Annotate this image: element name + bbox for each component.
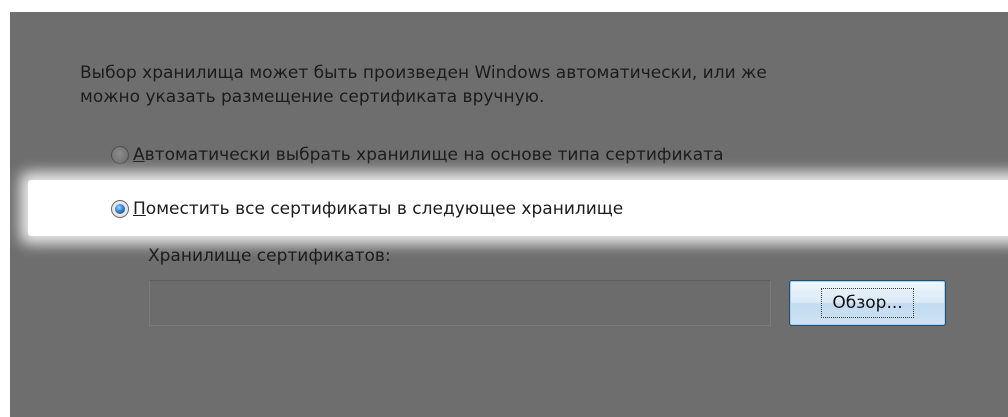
radio-auto-label: Автоматически выбрать хранилище на основ… [133, 145, 724, 165]
radio-place-in-store[interactable]: Поместить все сертификаты в следующее хр… [111, 197, 623, 221]
radio-unchecked-icon[interactable] [111, 146, 129, 164]
certificate-store-field[interactable] [149, 280, 771, 326]
certificate-store-label: Хранилище сертификатов: [148, 246, 391, 266]
radio-auto-accel: А [133, 145, 145, 165]
browse-button[interactable]: Обзор... [789, 280, 946, 326]
browse-button-label: Обзор... [821, 288, 914, 318]
radio-manual-accel: П [133, 199, 146, 219]
radio-checked-icon[interactable] [111, 200, 129, 218]
store-selection-description: Выбор хранилища может быть произведен Wi… [80, 61, 960, 109]
description-line-2: можно указать размещение сертификата вру… [80, 87, 545, 107]
radio-manual-text: оместить все сертификаты в следующее хра… [145, 199, 624, 219]
radio-auto-text: втоматически выбрать хранилище на основе… [144, 145, 724, 165]
radio-auto-select-store[interactable]: Автоматически выбрать хранилище на основ… [111, 143, 724, 167]
radio-checked-dot [115, 204, 125, 214]
description-line-1: Выбор хранилища может быть произведен Wi… [80, 63, 767, 83]
certificate-store-dialog: Выбор хранилища может быть произведен Wi… [10, 12, 1008, 417]
radio-manual-label: Поместить все сертификаты в следующее хр… [133, 199, 623, 219]
